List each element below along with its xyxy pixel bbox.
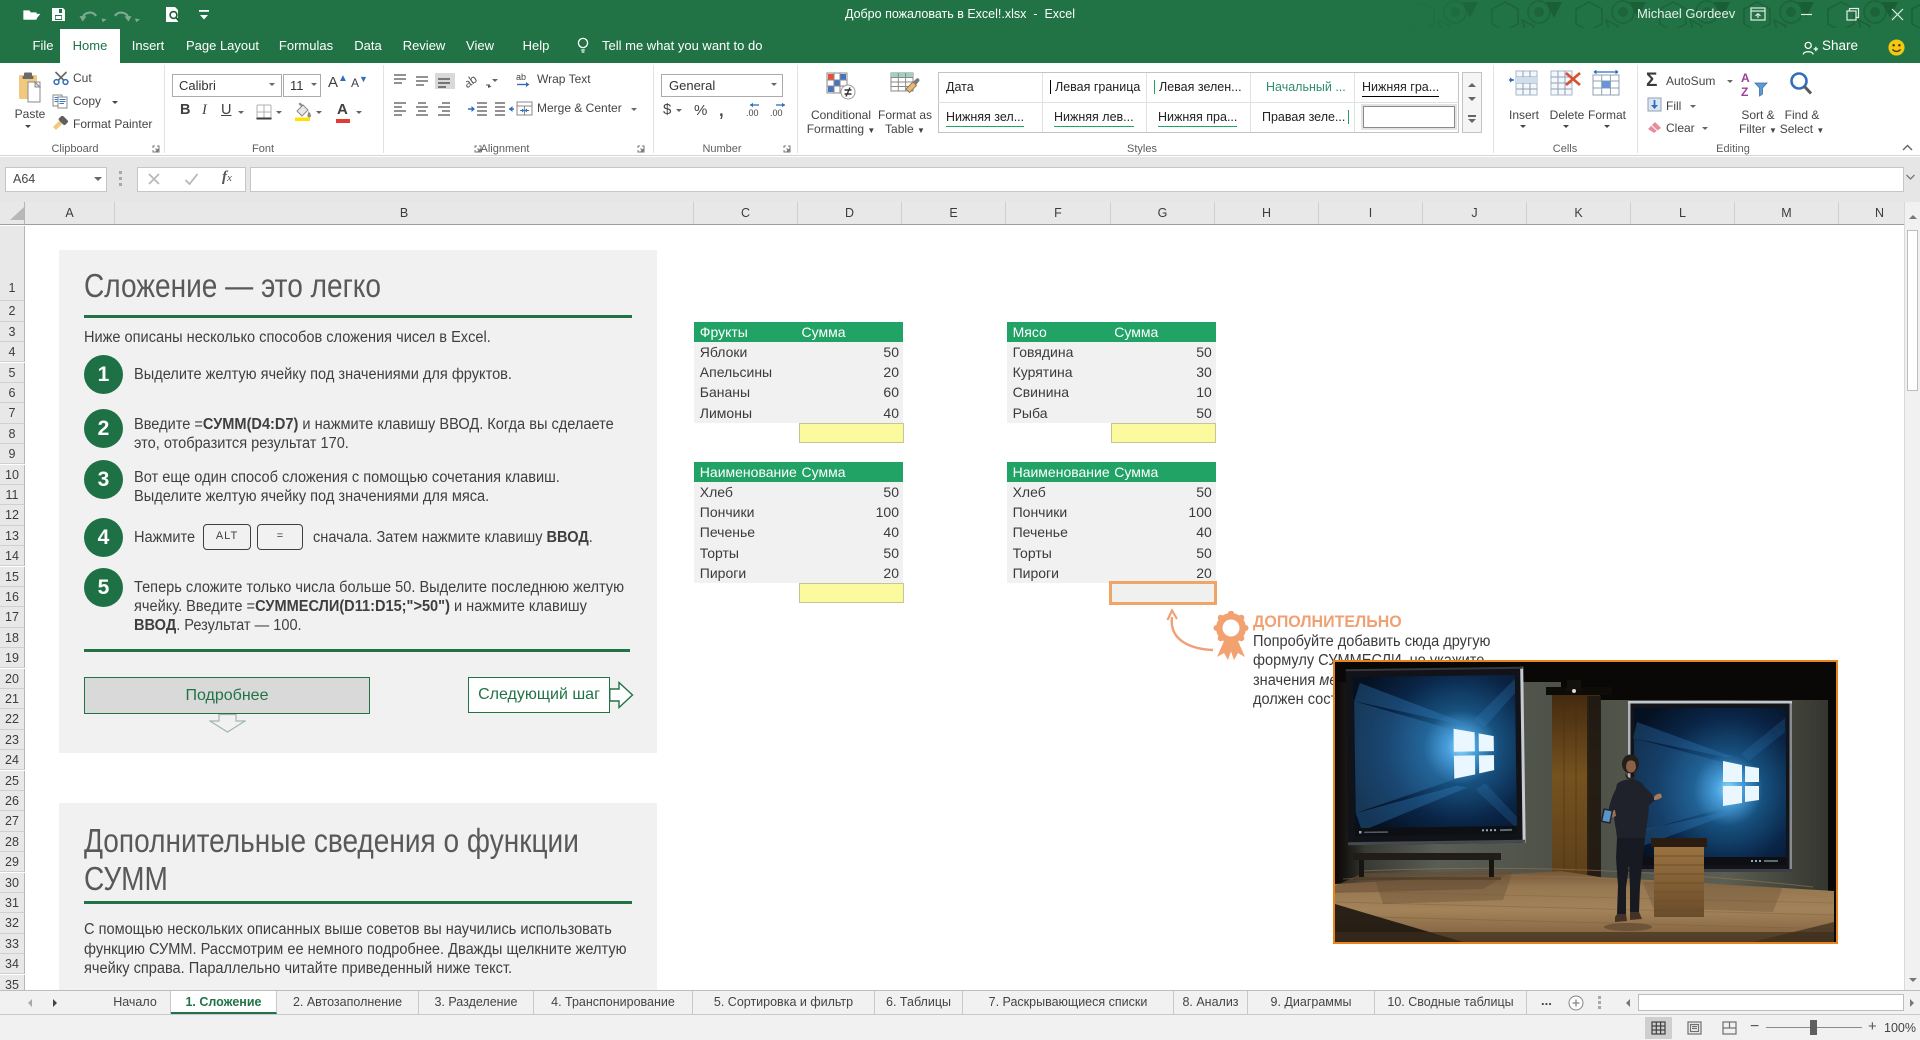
svg-text:Z: Z — [1741, 85, 1748, 97]
svg-text:ab: ab — [466, 72, 480, 89]
svg-text:.00: .00 — [770, 108, 783, 118]
svg-text:ab: ab — [516, 72, 526, 82]
svg-text:.00: .00 — [746, 108, 759, 118]
svg-text:A: A — [1741, 71, 1750, 85]
